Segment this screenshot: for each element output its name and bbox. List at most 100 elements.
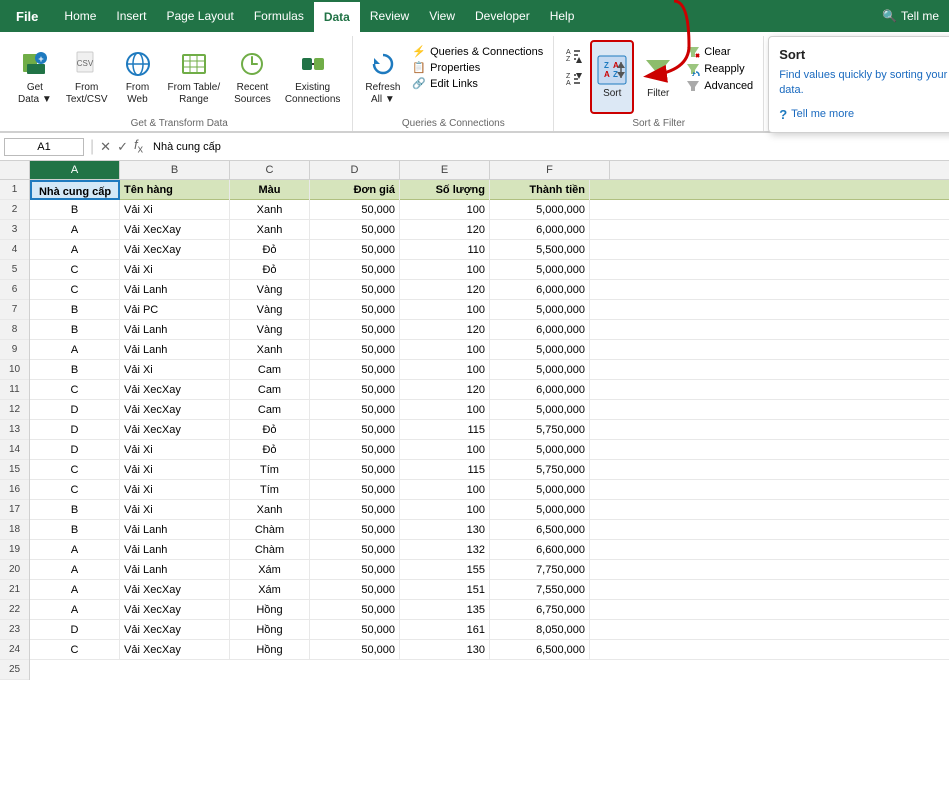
cell-f7[interactable]: 5,000,000 <box>490 300 590 320</box>
row-num-23[interactable]: 23 <box>0 620 29 640</box>
cell-e19[interactable]: 132 <box>400 540 490 560</box>
cell-e10[interactable]: 100 <box>400 360 490 380</box>
cell-a4[interactable]: A <box>30 240 120 260</box>
cell-b14[interactable]: Vải Xi <box>120 440 230 460</box>
refresh-all-button[interactable]: RefreshAll ▼ <box>359 40 406 114</box>
menu-data[interactable]: Data <box>314 0 360 32</box>
recent-sources-button[interactable]: RecentSources <box>228 40 277 114</box>
row-num-3[interactable]: 3 <box>0 220 29 240</box>
row-num-16[interactable]: 16 <box>0 480 29 500</box>
cell-e24[interactable]: 130 <box>400 640 490 660</box>
confirm-icon[interactable]: ✓ <box>117 139 128 155</box>
cell-f11[interactable]: 6,000,000 <box>490 380 590 400</box>
cell-d17[interactable]: 50,000 <box>310 500 400 520</box>
cell-c20[interactable]: Xám <box>230 560 310 580</box>
row-num-15[interactable]: 15 <box>0 460 29 480</box>
cell-f21[interactable]: 7,550,000 <box>490 580 590 600</box>
cell-e9[interactable]: 100 <box>400 340 490 360</box>
cell-b24[interactable]: Vải XecXay <box>120 640 230 660</box>
cell-c15[interactable]: Tím <box>230 460 310 480</box>
cell-b5[interactable]: Vải Xi <box>120 260 230 280</box>
cell-e7[interactable]: 100 <box>400 300 490 320</box>
cell-a24[interactable]: C <box>30 640 120 660</box>
cell-b15[interactable]: Vải Xi <box>120 460 230 480</box>
cell-e3[interactable]: 120 <box>400 220 490 240</box>
get-data-button[interactable]: + GetData ▼ <box>12 40 58 114</box>
cell-c3[interactable]: Xanh <box>230 220 310 240</box>
cell-a12[interactable]: D <box>30 400 120 420</box>
cell-d5[interactable]: 50,000 <box>310 260 400 280</box>
cell-f9[interactable]: 5,000,000 <box>490 340 590 360</box>
cell-c16[interactable]: Tím <box>230 480 310 500</box>
cell-c21[interactable]: Xám <box>230 580 310 600</box>
cell-f10[interactable]: 5,000,000 <box>490 360 590 380</box>
row-num-20[interactable]: 20 <box>0 560 29 580</box>
cell-a7[interactable]: B <box>30 300 120 320</box>
cell-e15[interactable]: 115 <box>400 460 490 480</box>
cell-e18[interactable]: 130 <box>400 520 490 540</box>
cell-f20[interactable]: 7,750,000 <box>490 560 590 580</box>
cell-f12[interactable]: 5,000,000 <box>490 400 590 420</box>
cell-a19[interactable]: A <box>30 540 120 560</box>
tooltip-link[interactable]: ? Tell me more <box>779 107 949 122</box>
cell-f6[interactable]: 6,000,000 <box>490 280 590 300</box>
row-num-17[interactable]: 17 <box>0 500 29 520</box>
function-icon[interactable]: fx <box>134 137 143 156</box>
col-header-f[interactable]: F <box>490 161 610 179</box>
cell-d11[interactable]: 50,000 <box>310 380 400 400</box>
row-num-2[interactable]: 2 <box>0 200 29 220</box>
cell-e12[interactable]: 100 <box>400 400 490 420</box>
cell-b8[interactable]: Vải Lanh <box>120 320 230 340</box>
cell-c18[interactable]: Chàm <box>230 520 310 540</box>
row-num-8[interactable]: 8 <box>0 320 29 340</box>
col-header-c[interactable]: C <box>230 161 310 179</box>
cell-d13[interactable]: 50,000 <box>310 420 400 440</box>
queries-connections-button[interactable]: ⚡ Queries & Connections <box>408 44 547 59</box>
cell-d24[interactable]: 50,000 <box>310 640 400 660</box>
cell-f2[interactable]: 5,000,000 <box>490 200 590 220</box>
row-num-9[interactable]: 9 <box>0 340 29 360</box>
cell-d3[interactable]: 50,000 <box>310 220 400 240</box>
menu-file[interactable]: File <box>0 0 54 32</box>
cell-c17[interactable]: Xanh <box>230 500 310 520</box>
cell-e22[interactable]: 135 <box>400 600 490 620</box>
row-num-7[interactable]: 7 <box>0 300 29 320</box>
reapply-button[interactable]: Reapply <box>682 61 757 77</box>
tell-me-input[interactable]: 🔍 Tell me <box>872 9 949 23</box>
cell-a23[interactable]: D <box>30 620 120 640</box>
cell-f24[interactable]: 6,500,000 <box>490 640 590 660</box>
sort-za-button[interactable]: ZA <box>560 68 588 90</box>
cell-e1[interactable]: Số lượng <box>400 180 490 200</box>
row-num-14[interactable]: 14 <box>0 440 29 460</box>
sort-button[interactable]: Z A A Z Sort <box>590 40 634 114</box>
cell-f8[interactable]: 6,000,000 <box>490 320 590 340</box>
row-num-13[interactable]: 13 <box>0 420 29 440</box>
cell-b2[interactable]: Vải Xi <box>120 200 230 220</box>
cell-e13[interactable]: 115 <box>400 420 490 440</box>
cell-f17[interactable]: 5,000,000 <box>490 500 590 520</box>
existing-connections-button[interactable]: ExistingConnections <box>279 40 347 114</box>
cell-b9[interactable]: Vải Lanh <box>120 340 230 360</box>
cell-d12[interactable]: 50,000 <box>310 400 400 420</box>
from-table-range-button[interactable]: From Table/Range <box>162 40 227 114</box>
cell-d21[interactable]: 50,000 <box>310 580 400 600</box>
cell-a9[interactable]: A <box>30 340 120 360</box>
row-num-21[interactable]: 21 <box>0 580 29 600</box>
cell-b21[interactable]: Vải XecXay <box>120 580 230 600</box>
cell-f1[interactable]: Thành tiền <box>490 180 590 200</box>
row-num-5[interactable]: 5 <box>0 260 29 280</box>
cell-e2[interactable]: 100 <box>400 200 490 220</box>
cell-b6[interactable]: Vải Lanh <box>120 280 230 300</box>
name-box[interactable] <box>4 138 84 156</box>
row-num-12[interactable]: 12 <box>0 400 29 420</box>
row-num-11[interactable]: 11 <box>0 380 29 400</box>
cell-a17[interactable]: B <box>30 500 120 520</box>
cell-a22[interactable]: A <box>30 600 120 620</box>
cell-a16[interactable]: C <box>30 480 120 500</box>
cell-e23[interactable]: 161 <box>400 620 490 640</box>
cell-c1[interactable]: Màu <box>230 180 310 200</box>
cell-d16[interactable]: 50,000 <box>310 480 400 500</box>
cell-f22[interactable]: 6,750,000 <box>490 600 590 620</box>
menu-formulas[interactable]: Formulas <box>244 0 314 32</box>
cell-a3[interactable]: A <box>30 220 120 240</box>
